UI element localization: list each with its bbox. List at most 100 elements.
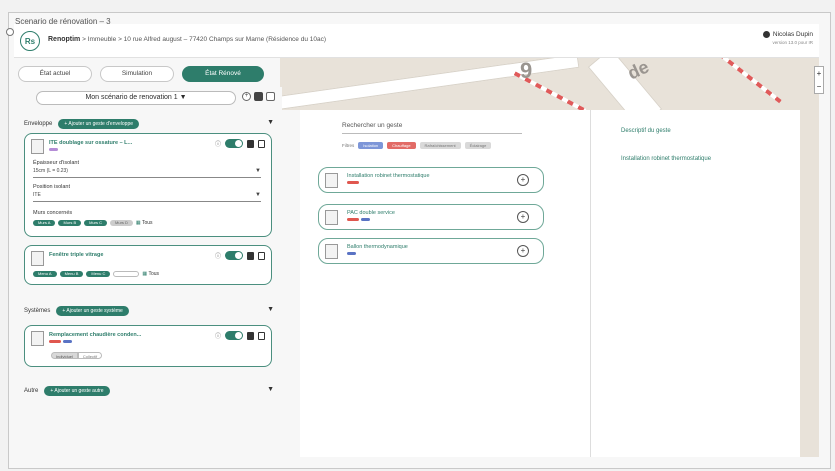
catalog-item-title: Installation robinet thermostatique [347,173,430,179]
systems-section: Systèmes + Ajouter un geste système ▼ [24,305,274,317]
section-label: Autre [24,388,39,394]
gesture-card-ite[interactable]: ITE doublage sur ossature – L... ⓘ Épais… [24,133,272,237]
gesture-toggle[interactable] [225,139,243,148]
add-icon[interactable]: + [517,211,529,223]
tab-simulation[interactable]: Simulation [100,66,174,82]
catalog-item[interactable]: Ballon thermodynamique + [318,238,544,264]
app-logo[interactable]: Rs [20,31,40,51]
wall-chip[interactable]: Murs C [84,220,108,226]
breadcrumb-note: (Résidence du 10ac) [266,36,327,43]
chevron-down-icon[interactable]: ▼ [267,306,274,313]
add-scenario-icon[interactable]: + [242,92,251,101]
search-input[interactable]: Rechercher un geste [342,122,522,134]
gesture-catalog: Rechercher un geste Filtres Isolation Ch… [300,110,590,457]
trash-icon[interactable] [258,331,265,340]
gesture-thumbnail [31,331,44,346]
catalog-item-title: Ballon thermodynamique [347,244,408,250]
window-chip[interactable]: Menu A [33,271,57,277]
copy-icon[interactable] [247,139,254,148]
zoom-out-button[interactable]: − [815,80,823,93]
copy-icon[interactable] [254,92,263,101]
copy-icon[interactable] [247,251,254,260]
mode-individual[interactable]: Individuel [51,352,78,359]
gesture-title: Remplacement chaudière conden... [49,332,142,338]
position-select[interactable]: ITE ▼ [33,192,261,202]
window-chip[interactable]: Menu B [59,271,84,277]
chevron-down-icon[interactable]: ▼ [267,119,274,126]
add-icon[interactable]: + [517,245,529,257]
breadcrumb-address[interactable]: 10 rue Alfred august – 77420 Champs sur … [124,36,265,43]
window-chip[interactable]: Menu D [113,271,140,277]
filter-cooling[interactable]: Rafraîchissement [419,142,461,149]
gesture-toggle[interactable] [225,331,243,340]
tag [347,181,359,184]
wall-chip[interactable]: Murs D [110,220,133,226]
info-icon[interactable]: ⓘ [215,139,221,148]
add-system-gesture-button[interactable]: + Ajouter un geste système [56,306,129,316]
filter-isolation[interactable]: Isolation [358,142,384,149]
gesture-toggle[interactable] [225,251,243,260]
mode-collective[interactable]: Collectif [77,352,103,359]
info-icon[interactable]: ⓘ [215,251,221,260]
wall-chip[interactable]: Murs B [58,220,82,226]
map-edge [800,58,819,457]
map-zoom-control[interactable]: + − [814,66,824,94]
chevron-down-icon: ▼ [255,168,261,174]
gesture-thumbnail [325,173,338,188]
tag [347,218,359,221]
add-other-gesture-button[interactable]: + Ajouter un geste autre [44,386,110,396]
thickness-label: Épaisseur d'isolant [33,160,79,166]
gesture-title: ITE doublage sur ossature – L... [49,140,133,146]
copy-icon[interactable] [247,331,254,340]
user-version: version 13.0 pour IR [772,40,813,45]
boiler-mode-switch[interactable]: Individuel Collectif [51,352,103,359]
trash-icon[interactable] [258,251,265,260]
scenario-name: Mon scénario de renovation 1 [85,94,178,101]
description-subtitle: Installation robinet thermostatique [621,156,712,162]
filter-lighting[interactable]: Éclairage [464,142,492,149]
add-icon[interactable]: + [517,174,529,186]
map-view[interactable]: 9 de [280,58,819,110]
gesture-thumbnail [325,244,338,259]
tag [361,218,370,221]
window-chip[interactable]: Menu C [86,271,111,277]
chevron-down-icon[interactable]: ▼ [267,386,274,393]
tag [347,252,356,255]
scenario-select[interactable]: Mon scénario de renovation 1 ▼ [36,91,236,105]
tab-current-state[interactable]: État actuel [18,66,92,82]
tag [63,340,72,343]
catalog-item[interactable]: PAC double service + [318,204,544,230]
chevron-down-icon: ▼ [179,94,187,101]
catalog-item-title: PAC double service [347,210,395,216]
envelope-section: Enveloppe + Ajouter un geste d'enveloppe… [24,118,274,130]
breadcrumb-app[interactable]: Renoptim [48,36,80,43]
trash-icon[interactable] [258,139,265,148]
gesture-card-window[interactable]: Fenêtre triple vitrage ⓘ Menu A Menu B M… [24,245,272,285]
info-icon[interactable]: ⓘ [215,331,221,340]
window-resize-handle[interactable] [6,28,14,36]
catalog-item[interactable]: Installation robinet thermostatique + [318,167,544,193]
tag [49,340,61,343]
breadcrumb: Renoptim > Immeuble > 10 rue Alfred augu… [48,36,327,43]
select-all-button[interactable]: ▦ Tous [136,220,153,226]
description-title: Descriptif du geste [621,128,671,134]
select-all-button[interactable]: ▦ Tous [142,271,159,277]
zoom-in-button[interactable]: + [815,67,823,80]
top-bar: Rs Renoptim > Immeuble > 10 rue Alfred a… [14,24,819,58]
delete-icon[interactable] [266,92,275,101]
tag [49,148,58,151]
tab-renovated-state[interactable]: État Rénové [182,66,264,82]
filter-heating[interactable]: Chauffage [387,142,416,149]
scenario-panel: Mon scénario de renovation 1 ▼ + Envelop… [18,87,282,457]
gesture-card-boiler[interactable]: Remplacement chaudière conden... ⓘ Indiv… [24,325,272,367]
user-menu[interactable]: Nicolas Dupin version 13.0 pour IR [762,31,813,45]
breadcrumb-building[interactable]: Immeuble [88,36,117,43]
section-label: Systèmes [24,308,51,314]
add-envelope-gesture-button[interactable]: + Ajouter un geste d'enveloppe [58,119,140,129]
section-label: Enveloppe [24,121,53,127]
user-name: Nicolas Dupin [772,31,813,38]
gesture-thumbnail [325,210,338,225]
walls-label: Murs concernés [33,210,73,216]
thickness-select[interactable]: 15cm (L = 0.23) ▼ [33,168,261,178]
wall-chip[interactable]: Murs A [33,220,56,226]
